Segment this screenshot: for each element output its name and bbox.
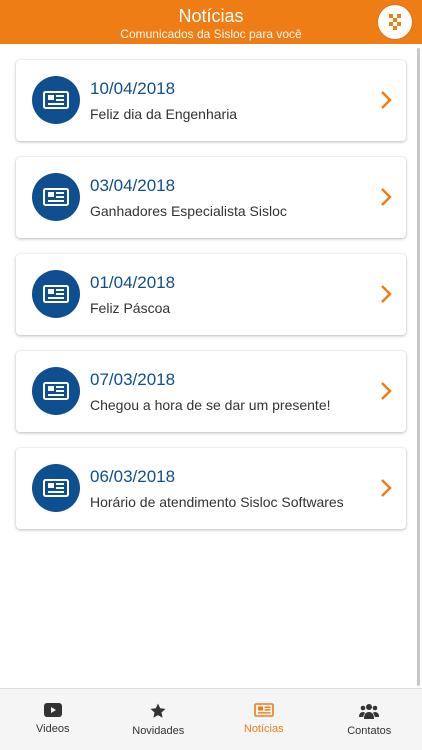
video-play-icon — [43, 703, 62, 717]
page-subtitle: Comunicados da Sisloc para você — [120, 27, 302, 41]
tab-noticias[interactable]: Notícias — [211, 689, 317, 750]
tab-bar: Videos Novidades Notícias Contatos — [0, 688, 422, 750]
news-headline: Horário de atendimento Sisloc Softwares — [90, 494, 344, 510]
news-date: 03/04/2018 — [90, 176, 176, 195]
news-card[interactable]: 03/04/2018 Ganhadores Especialista Sislo… — [16, 157, 406, 238]
news-date: 01/04/2018 — [90, 273, 176, 292]
news-headline: Chegou a hora de se dar um presente! — [90, 397, 331, 413]
chevron-right-icon — [381, 188, 392, 206]
tab-contatos[interactable]: Contatos — [317, 689, 422, 750]
newspaper-icon — [253, 703, 274, 717]
menu-button[interactable] — [378, 5, 412, 39]
newspaper-icon — [32, 367, 80, 415]
news-date: 10/04/2018 — [90, 79, 176, 98]
chevron-right-icon — [381, 285, 392, 303]
news-date: 06/03/2018 — [90, 467, 176, 486]
people-icon — [359, 704, 380, 719]
scrollbar[interactable] — [417, 48, 420, 686]
news-list: 10/04/2018 Feliz dia da Engenharia 03/04… — [16, 60, 406, 545]
newspaper-icon — [32, 76, 80, 124]
news-headline: Feliz Páscoa — [90, 300, 171, 316]
page-title: Notícias — [178, 6, 244, 26]
tab-label: Videos — [36, 723, 70, 735]
chevron-right-icon — [381, 479, 392, 497]
tab-label: Novidades — [132, 725, 185, 737]
newspaper-icon — [32, 270, 80, 318]
qr-grid-icon — [389, 14, 401, 30]
news-headline: Feliz dia da Engenharia — [90, 106, 238, 122]
tab-label: Notícias — [243, 723, 284, 735]
newspaper-icon — [32, 464, 80, 512]
newspaper-icon — [32, 173, 80, 221]
star-icon — [150, 703, 166, 718]
news-card[interactable]: 07/03/2018 Chegou a hora de se dar um pr… — [16, 351, 406, 432]
news-headline: Ganhadores Especialista Sisloc — [90, 203, 287, 219]
news-card[interactable]: 01/04/2018 Feliz Páscoa — [16, 254, 406, 335]
news-card[interactable]: 10/04/2018 Feliz dia da Engenharia — [16, 60, 406, 141]
tab-videos[interactable]: Videos — [0, 689, 106, 750]
chevron-right-icon — [381, 91, 392, 109]
app-header: Notícias Comunicados da Sisloc para você — [0, 0, 422, 44]
chevron-right-icon — [381, 382, 392, 400]
tab-novidades[interactable]: Novidades — [106, 689, 212, 750]
news-card[interactable]: 06/03/2018 Horário de atendimento Sisloc… — [16, 448, 406, 529]
news-date: 07/03/2018 — [90, 370, 176, 389]
tab-label: Contatos — [347, 725, 392, 737]
